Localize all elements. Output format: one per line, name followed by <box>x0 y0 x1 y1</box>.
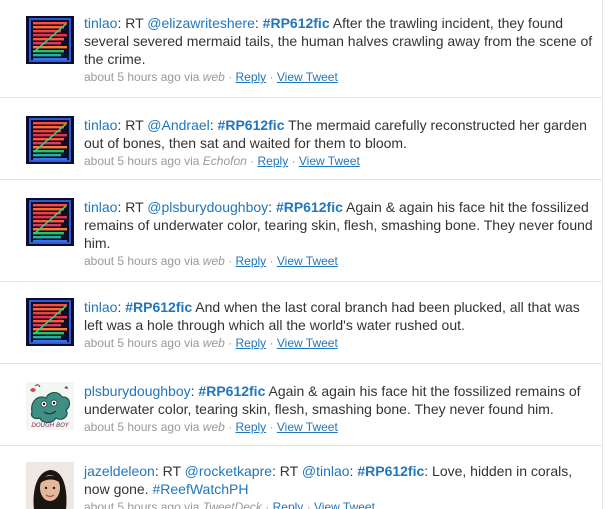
tinlao-avatar[interactable] <box>26 16 74 64</box>
tweet-username[interactable]: tinlao <box>84 15 117 31</box>
view-tweet-link[interactable]: View Tweet <box>277 336 338 350</box>
tweet-username[interactable]: tinlao <box>84 117 117 133</box>
view-tweet-link[interactable]: View Tweet <box>314 500 375 509</box>
tweet-username[interactable]: tinlao <box>84 199 117 215</box>
tweet-text: tinlao: RT @Andrael: #RP612fic The merma… <box>84 116 600 152</box>
tweet-text-fragment: : RT <box>117 117 148 133</box>
tinlao-avatar[interactable] <box>26 198 74 246</box>
reply-link[interactable]: Reply <box>235 336 266 350</box>
separator: · <box>306 500 311 509</box>
tweet-timestamp[interactable]: about 5 hours ago <box>84 70 181 84</box>
tweet-text-fragment: : RT <box>117 199 148 215</box>
separator: · <box>265 500 270 509</box>
separator: · <box>269 336 274 350</box>
hashtag-link[interactable]: #RP612fic <box>198 383 265 399</box>
separator: · <box>291 154 296 168</box>
mention-link[interactable]: @elizawriteshere <box>147 15 255 31</box>
doughboy-avatar[interactable]: DOUGH BOY <box>26 382 74 430</box>
via-label: via <box>184 336 200 350</box>
tweet-username[interactable]: tinlao <box>84 299 117 315</box>
tweet-timestamp[interactable]: about 5 hours ago <box>84 154 181 168</box>
separator: · <box>228 336 233 350</box>
reply-link[interactable]: Reply <box>235 420 266 434</box>
tinlao-avatar-image <box>26 116 74 164</box>
tweet-text: plsburydoughboy: #RP612fic Again & again… <box>84 382 600 418</box>
separator: · <box>250 154 255 168</box>
reply-link[interactable]: Reply <box>235 254 266 268</box>
tweet-meta: about 5 hours ago via web · Reply · View… <box>84 69 600 85</box>
tweet-item: tinlao: RT @plsburydoughboy: #RP612fic A… <box>0 180 602 282</box>
tweet-feed: tinlao: RT @elizawriteshere: #RP612fic A… <box>0 0 603 509</box>
tweet-meta: about 5 hours ago via TweetDeck · Reply … <box>84 499 600 509</box>
tweet-item: jazeldeleon: RT @rocketkapre: RT @tinlao… <box>0 446 602 509</box>
tweet-meta: about 5 hours ago via web · Reply · View… <box>84 335 600 351</box>
doughboy-avatar-text: DOUGH BOY <box>31 422 69 429</box>
mention-link[interactable]: @plsburydoughboy <box>147 199 268 215</box>
tinlao-avatar-image <box>26 16 74 64</box>
tweet-text-fragment: : <box>209 117 218 133</box>
tinlao-avatar-image <box>26 198 74 246</box>
hashtag-link[interactable]: #RP612fic <box>263 15 330 31</box>
view-tweet-link[interactable]: View Tweet <box>277 70 338 84</box>
tweet-text-fragment: : <box>268 199 276 215</box>
tweet-source[interactable]: TweetDeck <box>203 500 262 509</box>
reply-link[interactable]: Reply <box>258 154 289 168</box>
reply-link[interactable]: Reply <box>235 70 266 84</box>
mention-link[interactable]: @rocketkapre <box>185 463 272 479</box>
view-tweet-link[interactable]: View Tweet <box>277 420 338 434</box>
tweet-meta: about 5 hours ago via web · Reply · View… <box>84 419 600 435</box>
via-label: via <box>184 254 200 268</box>
tweet-username[interactable]: plsburydoughboy <box>84 383 191 399</box>
tweet-item: tinlao: RT @elizawriteshere: #RP612fic A… <box>0 0 602 98</box>
tweet-text: tinlao: #RP612fic And when the last cora… <box>84 298 600 334</box>
tinlao-avatar[interactable] <box>26 116 74 164</box>
view-tweet-link[interactable]: View Tweet <box>299 154 360 168</box>
mention-link[interactable]: @Andrael <box>147 117 209 133</box>
tweet-text-fragment: : RT <box>272 463 302 479</box>
tweet-item: DOUGH BOY plsburydoughboy: #RP612fic Aga… <box>0 364 602 446</box>
jazel-avatar[interactable] <box>26 462 74 509</box>
jazel-avatar-image <box>26 462 74 509</box>
hashtag-link[interactable]: #RP612fic <box>218 117 285 133</box>
tweet-timestamp[interactable]: about 5 hours ago <box>84 420 181 434</box>
tweet-source[interactable]: web <box>203 70 225 84</box>
via-label: via <box>184 500 200 509</box>
tweet-text: tinlao: RT @elizawriteshere: #RP612fic A… <box>84 14 600 68</box>
via-label: via <box>184 154 200 168</box>
tweet-text: jazeldeleon: RT @rocketkapre: RT @tinlao… <box>84 462 600 498</box>
separator: · <box>228 420 233 434</box>
tinlao-avatar[interactable] <box>26 298 74 346</box>
separator: · <box>228 70 233 84</box>
view-tweet-link[interactable]: View Tweet <box>277 254 338 268</box>
tweet-text-fragment: : <box>254 15 263 31</box>
separator: · <box>228 254 233 268</box>
tweet-timestamp[interactable]: about 5 hours ago <box>84 500 181 509</box>
tweet-source[interactable]: Echofon <box>203 154 247 168</box>
tinlao-avatar-image <box>26 298 74 346</box>
via-label: via <box>184 420 200 434</box>
hashtag-link[interactable]: #ReefWatchPH <box>153 481 249 497</box>
reply-link[interactable]: Reply <box>273 500 304 509</box>
mention-link[interactable]: @tinlao <box>302 463 350 479</box>
tweet-text: tinlao: RT @plsburydoughboy: #RP612fic A… <box>84 198 600 252</box>
hashtag-link[interactable]: #RP612fic <box>276 199 343 215</box>
tweet-timestamp[interactable]: about 5 hours ago <box>84 254 181 268</box>
tweet-meta: about 5 hours ago via Echofon · Reply · … <box>84 153 600 169</box>
tweet-text-fragment: : RT <box>154 463 185 479</box>
tweet-text-fragment: : RT <box>117 15 148 31</box>
tweet-username[interactable]: jazeldeleon <box>84 463 155 479</box>
hashtag-link[interactable]: #RP612fic <box>125 299 192 315</box>
separator: · <box>269 254 274 268</box>
tweet-source[interactable]: web <box>203 254 225 268</box>
tweet-item: tinlao: #RP612fic And when the last cora… <box>0 282 602 364</box>
hashtag-link[interactable]: #RP612fic <box>357 463 424 479</box>
via-label: via <box>184 70 200 84</box>
tweet-meta: about 5 hours ago via web · Reply · View… <box>84 253 600 269</box>
separator: · <box>269 420 274 434</box>
tweet-item: tinlao: RT @Andrael: #RP612fic The merma… <box>0 98 602 180</box>
tweet-timestamp[interactable]: about 5 hours ago <box>84 336 181 350</box>
separator: · <box>269 70 274 84</box>
tweet-source[interactable]: web <box>203 336 225 350</box>
tweet-source[interactable]: web <box>203 420 225 434</box>
